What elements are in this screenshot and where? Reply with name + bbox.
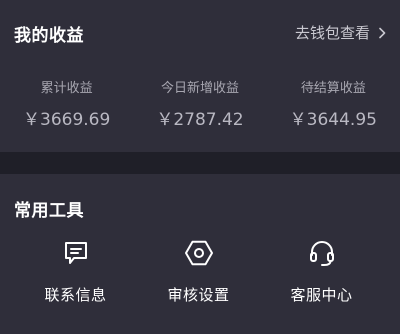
tools-grid: 联系信息 审核设置 客服中心 <box>14 236 383 305</box>
wallet-link-label: 去钱包查看 <box>294 24 370 42</box>
tools-title: 常用工具 <box>14 201 84 221</box>
stat-value: ￥3669.69 <box>23 110 111 130</box>
tools-card: 常用工具 联系信息 审核设置 客服中心 <box>0 174 400 334</box>
earnings-stats: 累计收益 ￥3669.69 今日新增收益 ￥2787.42 待结算收益 ￥364… <box>0 80 400 131</box>
earnings-card: 我的收益 去钱包查看 累计收益 ￥3669.69 今日新增收益 ￥2787.42… <box>0 0 400 152</box>
tool-label: 联系信息 <box>44 286 107 304</box>
section-divider <box>0 152 400 174</box>
tool-label: 客服中心 <box>290 286 353 304</box>
message-icon <box>59 236 93 270</box>
tool-customer-service[interactable]: 客服中心 <box>260 236 383 305</box>
settings-icon <box>182 236 216 270</box>
tool-contact-info[interactable]: 联系信息 <box>14 236 137 305</box>
stat-label: 待结算收益 <box>300 81 366 96</box>
stat-value: ￥2787.42 <box>156 110 244 130</box>
tool-review-settings[interactable]: 审核设置 <box>137 236 260 305</box>
earnings-title: 我的收益 <box>14 26 84 46</box>
stat-label: 今日新增收益 <box>160 81 239 96</box>
wallet-link[interactable]: 去钱包查看 <box>295 22 386 43</box>
chevron-right-icon <box>379 27 386 38</box>
stat-today-earnings: 今日新增收益 ￥2787.42 <box>133 80 266 131</box>
headset-icon <box>305 236 339 270</box>
tool-label: 审核设置 <box>167 286 230 304</box>
stat-pending-earnings: 待结算收益 ￥3644.95 <box>267 80 400 131</box>
stat-value: ￥3644.95 <box>289 110 377 130</box>
stat-label: 累计收益 <box>40 81 93 96</box>
stat-total-earnings: 累计收益 ￥3669.69 <box>0 80 133 131</box>
